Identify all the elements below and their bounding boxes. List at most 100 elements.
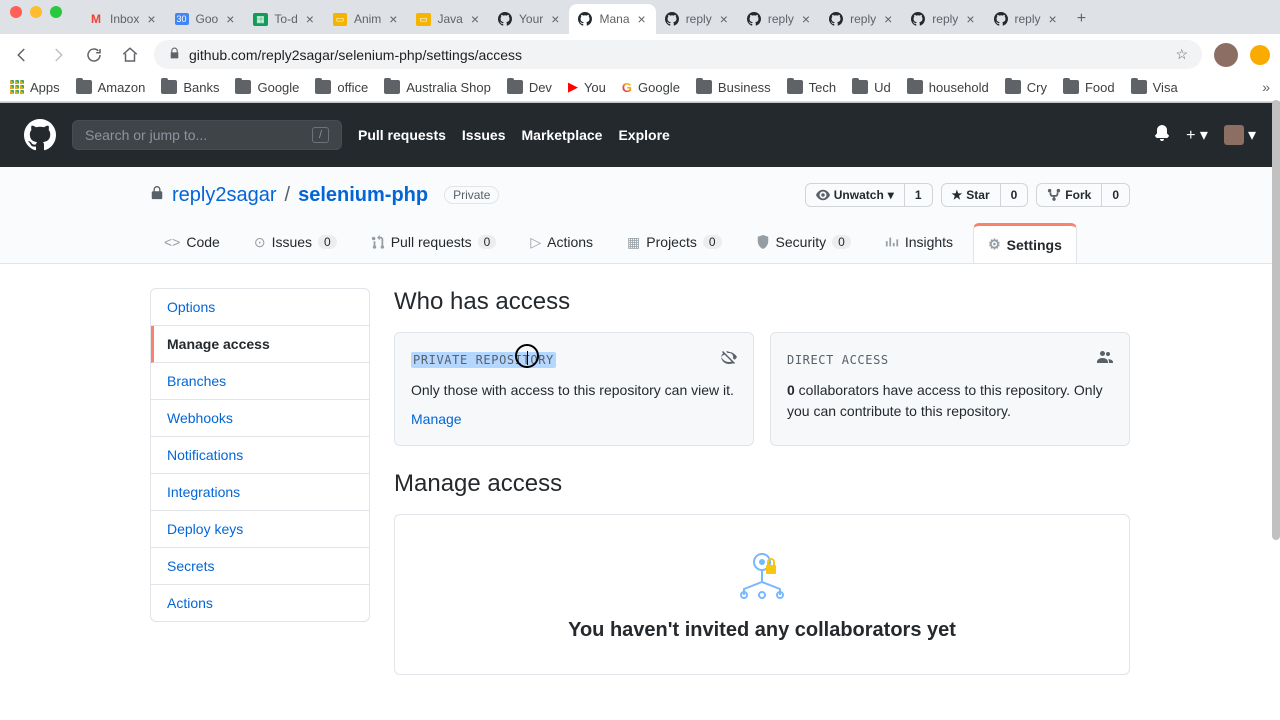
browser-tab[interactable]: 30Goo× (166, 4, 245, 34)
browser-tab[interactable]: ▭Java× (407, 4, 489, 34)
extension-icon[interactable] (1250, 45, 1270, 65)
close-tab-icon[interactable]: × (964, 11, 976, 27)
google-icon: G (622, 80, 632, 95)
bookmark-item[interactable]: Tech (787, 80, 836, 95)
address-bar[interactable]: github.com/reply2sagar/selenium-php/sett… (154, 40, 1202, 69)
sidebar-item-options[interactable]: Options (151, 289, 369, 326)
bookmark-item[interactable]: Apps (10, 80, 60, 95)
bookmark-item[interactable]: Amazon (76, 80, 146, 95)
minimize-window-button[interactable] (30, 6, 42, 18)
tab-pull-requests[interactable]: Pull requests0 (357, 223, 511, 263)
browser-tab[interactable]: reply× (656, 4, 738, 34)
sidebar-item-manage-access[interactable]: Manage access (151, 326, 369, 363)
bookmark-item[interactable]: Google (235, 80, 299, 95)
close-tab-icon[interactable]: × (800, 11, 812, 27)
scrollbar-thumb[interactable] (1272, 100, 1280, 540)
bookmark-item[interactable]: Dev (507, 80, 552, 95)
sidebar-item-actions[interactable]: Actions (151, 585, 369, 621)
github-search-input[interactable]: Search or jump to... / (72, 120, 342, 150)
close-tab-icon[interactable]: × (224, 11, 236, 27)
close-tab-icon[interactable]: × (1047, 11, 1059, 27)
browser-tab[interactable]: ▭Anim× (324, 4, 408, 34)
stars-count[interactable]: 0 (1001, 183, 1029, 207)
close-tab-icon[interactable]: × (882, 11, 894, 27)
browser-tab[interactable]: reply × (902, 4, 984, 34)
browser-tab[interactable]: reply× (738, 4, 820, 34)
nav-pull-requests[interactable]: Pull requests (358, 127, 446, 143)
home-button[interactable] (118, 43, 142, 67)
close-tab-icon[interactable]: × (145, 11, 157, 27)
content-area: Who has access PRIVATE REPOSITORY Only t… (394, 288, 1130, 675)
maximize-window-button[interactable] (50, 6, 62, 18)
new-tab-button[interactable]: + (1067, 4, 1096, 34)
watchers-count[interactable]: 1 (905, 183, 933, 207)
bookmark-item[interactable]: Visa (1131, 80, 1178, 95)
user-menu[interactable]: ▾ (1224, 125, 1256, 145)
close-tab-icon[interactable]: × (718, 11, 730, 27)
close-tab-icon[interactable]: × (387, 11, 399, 27)
sidebar-item-webhooks[interactable]: Webhooks (151, 400, 369, 437)
bookmark-item[interactable]: Food (1063, 80, 1115, 95)
nav-explore[interactable]: Explore (618, 127, 669, 143)
bookmark-item[interactable]: GGoogle (622, 80, 680, 95)
tab-title: reply (932, 12, 958, 26)
tab-issues[interactable]: ⊙Issues0 (240, 223, 351, 263)
caret-down-icon: ▾ (888, 188, 894, 202)
repo-owner-link[interactable]: reply2sagar (172, 184, 277, 207)
bookmark-item[interactable]: Business (696, 80, 771, 95)
tab-title: Goo (196, 12, 219, 26)
reload-button[interactable] (82, 43, 106, 67)
unwatch-button[interactable]: Unwatch ▾ (805, 183, 905, 207)
bookmark-item[interactable]: Australia Shop (384, 80, 491, 95)
fork-button[interactable]: Fork (1036, 183, 1102, 207)
notifications-icon[interactable] (1154, 125, 1170, 146)
star-button[interactable]: ★ Star (941, 183, 1001, 207)
tab-code[interactable]: <>Code (150, 223, 234, 263)
sidebar-item-secrets[interactable]: Secrets (151, 548, 369, 585)
browser-tab[interactable]: Mana× (569, 4, 655, 34)
create-new-dropdown[interactable]: + ▾ (1186, 125, 1208, 145)
close-tab-icon[interactable]: × (636, 11, 648, 27)
github-logo-icon[interactable] (24, 119, 56, 151)
sidebar-item-deploy-keys[interactable]: Deploy keys (151, 511, 369, 548)
browser-tab[interactable]: ▦To-d× (244, 4, 324, 34)
tab-actions[interactable]: ▷Actions (516, 223, 607, 263)
browser-tab[interactable]: reply× (820, 4, 902, 34)
forks-count[interactable]: 0 (1102, 183, 1130, 207)
repo-header: reply2sagar / selenium-php Private Unwat… (0, 167, 1280, 264)
nav-issues[interactable]: Issues (462, 127, 506, 143)
back-button[interactable] (10, 43, 34, 67)
bookmark-item[interactable]: Cry (1005, 80, 1047, 95)
sidebar-item-notifications[interactable]: Notifications (151, 437, 369, 474)
browser-profile-avatar[interactable] (1214, 43, 1238, 67)
close-tab-icon[interactable]: × (304, 11, 316, 27)
bookmark-star-icon[interactable]: ☆ (1175, 46, 1188, 63)
browser-tab[interactable]: Your× (489, 4, 569, 34)
tab-projects[interactable]: ▦Projects0 (613, 223, 736, 263)
repo-name-link[interactable]: selenium-php (298, 184, 428, 206)
manage-visibility-link[interactable]: Manage (411, 411, 462, 427)
favicon-icon (664, 11, 680, 27)
tab-insights[interactable]: Insights (871, 223, 967, 263)
settings-sidebar: OptionsManage accessBranchesWebhooksNoti… (150, 288, 370, 622)
folder-icon (1005, 80, 1021, 94)
close-tab-icon[interactable]: × (549, 11, 561, 27)
tab-settings[interactable]: ⚙Settings (973, 223, 1077, 263)
browser-tab[interactable]: MInbox× (80, 4, 166, 34)
bookmark-item[interactable]: ▶You (568, 79, 606, 95)
bookmark-item[interactable]: household (907, 80, 989, 95)
tab-security[interactable]: Security0 (742, 223, 865, 263)
eye-icon (816, 188, 830, 202)
browser-tab[interactable]: reply× (985, 4, 1067, 34)
bookmark-item[interactable]: Ud (852, 80, 891, 95)
close-window-button[interactable] (10, 6, 22, 18)
bookmark-item[interactable]: Banks (161, 80, 219, 95)
nav-marketplace[interactable]: Marketplace (522, 127, 603, 143)
bookmark-item[interactable]: office (315, 80, 368, 95)
favicon-icon (993, 11, 1009, 27)
close-tab-icon[interactable]: × (469, 11, 481, 27)
sidebar-item-integrations[interactable]: Integrations (151, 474, 369, 511)
folder-icon (235, 80, 251, 94)
sidebar-item-branches[interactable]: Branches (151, 363, 369, 400)
bookmarks-overflow[interactable]: » (1262, 79, 1270, 95)
